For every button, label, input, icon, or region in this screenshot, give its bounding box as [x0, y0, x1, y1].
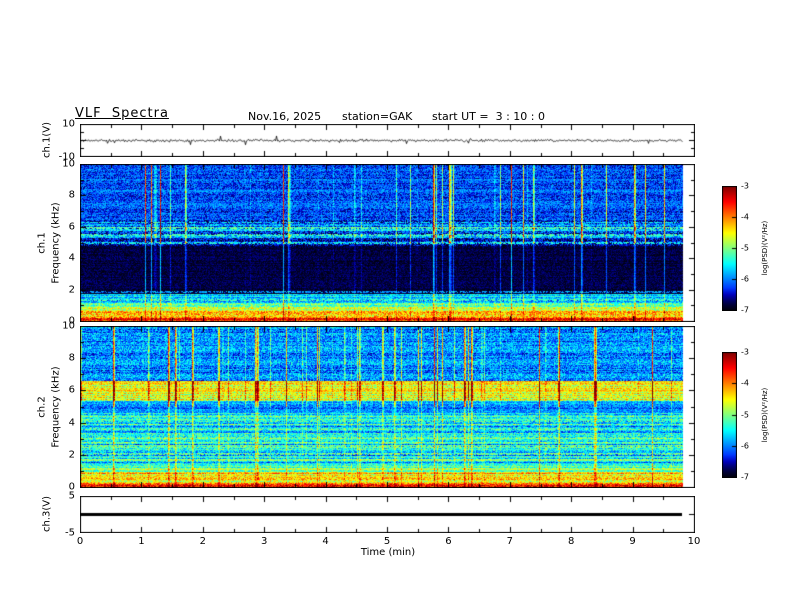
tick-label: 4 — [322, 536, 329, 547]
tick-label: 10 — [62, 320, 75, 332]
tick-label: 6 — [445, 536, 452, 547]
date-label: Nov.16, 2025 — [248, 110, 322, 123]
tick-label: 5 — [383, 536, 391, 547]
tick-label: 3 — [261, 536, 268, 547]
tick-label: 2 — [68, 284, 75, 296]
ch2-colorbar — [722, 352, 737, 478]
ch1-colorbar — [722, 186, 737, 311]
tick-label: 8 — [68, 189, 75, 201]
colorbar2-label: log(PSD)(V²/Hz) — [761, 387, 769, 443]
tick-label: 2 — [199, 536, 206, 547]
tick-label: -6 — [741, 274, 749, 284]
tick-label: 4 — [68, 417, 75, 429]
tick-label: -5 — [741, 243, 749, 253]
station-label: station=GAK — [342, 110, 413, 123]
tick-label: 7 — [506, 536, 513, 547]
ch1-waveform-plot — [80, 124, 695, 157]
time-axis-label: Time (min) — [360, 547, 416, 558]
tick-label: -3 — [741, 181, 749, 191]
tick-label: -5 — [741, 410, 749, 419]
tick-label: -6 — [741, 441, 749, 451]
ch3-voltage-axis-label: ch.3(V) — [41, 495, 53, 533]
ch3-waveform-plot — [80, 496, 695, 533]
tick-label: -7 — [741, 305, 749, 315]
tick-label: 6 — [68, 384, 75, 396]
start-ut-label: start UT = 3 : 10 : 0 — [432, 110, 545, 123]
figure-title: VLF Spectra — [75, 106, 169, 121]
ch1-spectrogram-plot — [80, 164, 695, 322]
tick-label: -7 — [741, 472, 749, 482]
ch2-frequency-axis-label: Frequency (kHz) — [50, 366, 62, 448]
tick-label: 9 — [629, 536, 636, 547]
ch1-row-label: ch.1 — [36, 232, 48, 254]
tick-label: 8 — [568, 536, 575, 547]
tick-label: 10 — [62, 118, 75, 130]
tick-label: -4 — [741, 212, 749, 222]
ch2-spectrogram-plot — [80, 326, 695, 488]
tick-label: 6 — [68, 221, 75, 233]
tick-label: 5 — [68, 490, 75, 502]
tick-label: 10 — [687, 536, 701, 547]
tick-label: -5 — [65, 527, 75, 539]
tick-label: 0 — [76, 536, 84, 547]
ch1-frequency-axis-label: Frequency (kHz) — [50, 202, 62, 284]
tick-label: -3 — [741, 347, 749, 357]
ch1-voltage-axis-label: ch.1(V) — [41, 121, 53, 159]
tick-label: -4 — [741, 378, 749, 388]
tick-label: 4 — [68, 252, 75, 264]
tick-label: 8 — [68, 352, 75, 364]
tick-label: 1 — [138, 536, 145, 547]
tick-label: -10 — [58, 151, 75, 163]
vlf-spectra-figure: VLF Spectra Nov.16, 2025 station=GAK sta… — [0, 0, 792, 612]
ch2-row-label: ch.2 — [36, 396, 48, 418]
colorbar1-label: log(PSD)(V²/Hz) — [761, 220, 769, 276]
tick-label: 2 — [68, 449, 75, 461]
